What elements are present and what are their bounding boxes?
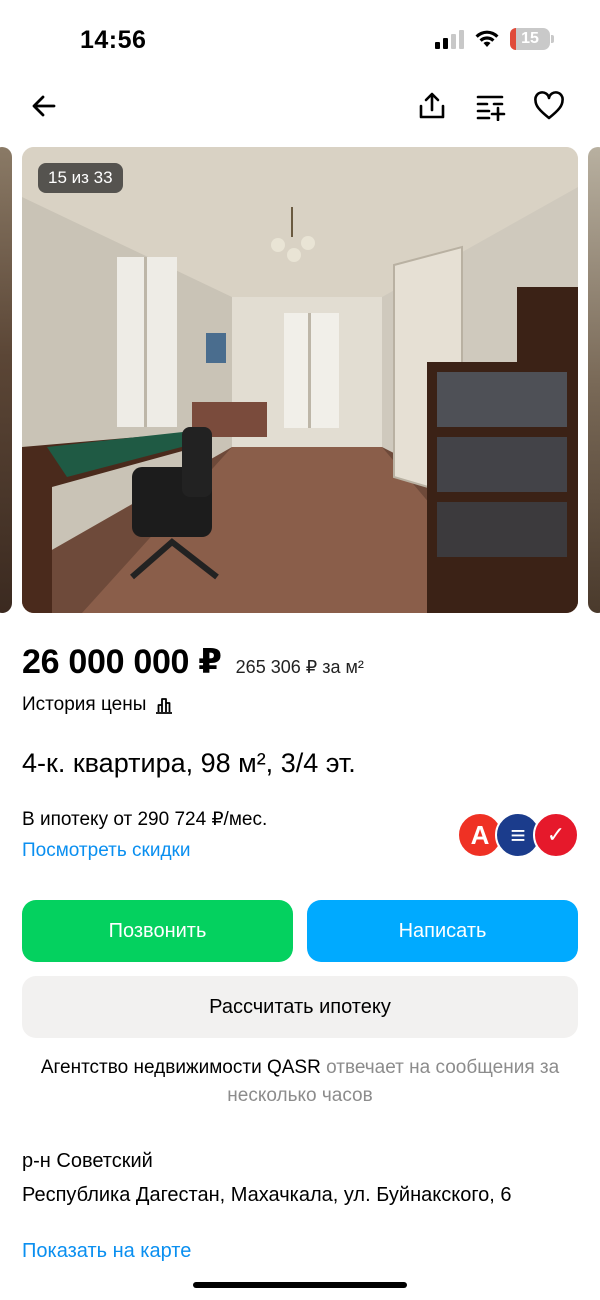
call-button[interactable]: Позвонить bbox=[22, 900, 293, 962]
home-indicator[interactable] bbox=[193, 1282, 407, 1288]
bank-2-glyph: ≡ bbox=[510, 819, 526, 850]
compare-button[interactable] bbox=[469, 84, 513, 128]
calculate-mortgage-button[interactable]: Рассчитать ипотеку bbox=[22, 976, 578, 1038]
nav-bar bbox=[0, 80, 600, 132]
bank-logos[interactable]: А ≡ ✓ bbox=[457, 812, 579, 860]
battery-level bbox=[510, 28, 516, 50]
signal-icon bbox=[435, 29, 464, 49]
back-button[interactable] bbox=[22, 84, 66, 128]
status-time: 14:56 bbox=[80, 26, 147, 54]
share-icon bbox=[419, 92, 445, 119]
view-discounts-link[interactable]: Посмотреть скидки bbox=[22, 840, 190, 862]
listing-photo[interactable]: 15 из 33 bbox=[22, 147, 578, 613]
price: 26 000 000 ₽ bbox=[22, 643, 222, 681]
battery-icon: 15 bbox=[510, 28, 554, 50]
price-per-m2: 265 306 ₽ за м² bbox=[235, 657, 364, 677]
share-button[interactable] bbox=[410, 84, 454, 128]
write-button[interactable]: Написать bbox=[307, 900, 578, 962]
status-icons: 15 bbox=[435, 28, 554, 50]
show-on-map-link[interactable]: Показать на карте bbox=[22, 1240, 191, 1263]
agency-response-info: Агентство недвижимости QASR отвечает на … bbox=[40, 1054, 560, 1110]
battery-percent: 15 bbox=[521, 30, 539, 47]
next-photo-peek[interactable] bbox=[588, 147, 600, 613]
district: р-н Советский bbox=[22, 1150, 153, 1172]
alfa-bank-glyph: А bbox=[470, 819, 490, 850]
price-history-label: История цены bbox=[22, 694, 147, 715]
room-photo-illustration bbox=[22, 147, 578, 613]
price-history-link[interactable]: История цены bbox=[22, 694, 174, 716]
bank-logo-3: ✓ bbox=[533, 812, 579, 858]
photo-counter: 15 из 33 bbox=[38, 163, 123, 193]
previous-photo-peek[interactable] bbox=[0, 147, 12, 613]
wifi-icon bbox=[475, 30, 499, 47]
status-bar: 14:56 15 bbox=[0, 0, 600, 80]
arrow-left-icon bbox=[32, 95, 56, 117]
bar-chart-icon bbox=[156, 698, 173, 714]
compare-list-icon bbox=[476, 95, 506, 121]
photo-gallery[interactable]: 15 из 33 bbox=[0, 147, 600, 613]
bank-3-glyph: ✓ bbox=[546, 822, 566, 847]
heart-icon bbox=[534, 91, 564, 120]
price-row: 26 000 000 ₽ 265 306 ₽ за м² bbox=[22, 642, 364, 682]
address: Республика Дагестан, Махачкала, ул. Буйн… bbox=[22, 1184, 512, 1206]
agency-name[interactable]: Агентство недвижимости QASR bbox=[41, 1057, 321, 1078]
mortgage-text: В ипотеку от 290 724 ₽/мес. bbox=[22, 809, 268, 830]
favorite-button[interactable] bbox=[527, 84, 571, 128]
listing-title: 4-к. квартира, 98 м², 3/4 эт. bbox=[22, 748, 356, 778]
